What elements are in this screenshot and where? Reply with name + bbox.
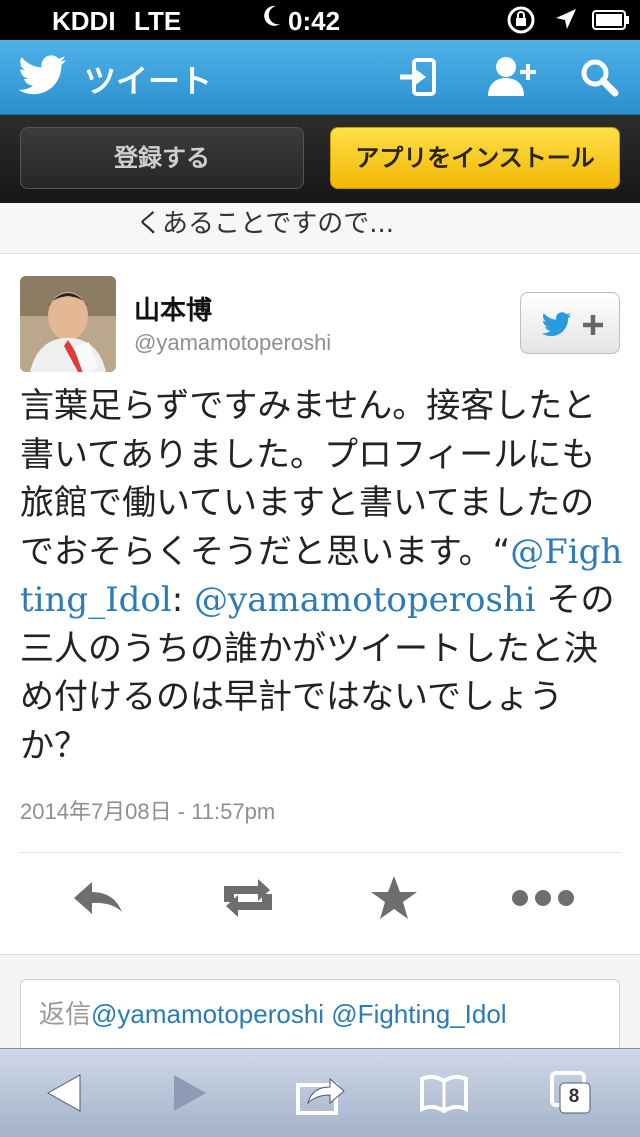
network-type: LTE [134, 6, 182, 36]
previous-tweet-fragment: くあることですので... [0, 203, 640, 254]
tab-count: 8 [568, 1086, 580, 1107]
browser-toolbar [0, 1048, 640, 1137]
status-bar: KDDI LTE 0:42 [0, 0, 640, 50]
more-options-icon[interactable] [508, 870, 578, 926]
tweet-text: 言葉足らずですみません。接客したと書いてありました。プロフィールにも旅館で働いて… [20, 382, 624, 770]
author-handle[interactable]: @yamamotoperoshi [134, 330, 331, 356]
sign-in-icon[interactable] [392, 50, 448, 104]
rotation-lock-icon [507, 6, 535, 34]
reply-mentions: @yamamotoperoshi @Fighting_Idol [91, 999, 507, 1029]
do-not-disturb-moon-icon [264, 5, 280, 26]
divider [20, 852, 620, 853]
mention-link[interactable]: @yamamotoperoshi [194, 580, 536, 620]
location-arrow-icon [556, 9, 576, 29]
reply-input[interactable]: 返信@yamamotoperoshi @Fighting_Idol [20, 979, 620, 1059]
register-button[interactable]: 登録する [20, 127, 304, 189]
tweet-card: 山本博 @yamamotoperoshi 言葉足らずですみません。接客したと書い… [0, 254, 640, 955]
tweet-timestamp[interactable]: 2014年7月08日 - 11:57pm [20, 794, 275, 826]
bookmarks-book-icon[interactable] [414, 1063, 474, 1123]
carrier-name: KDDI [52, 6, 116, 36]
forward-arrow-icon[interactable] [160, 1063, 220, 1123]
favorite-star-icon[interactable] [364, 870, 424, 926]
search-icon[interactable] [572, 50, 628, 104]
twitter-follow-icon [541, 312, 603, 337]
page-title: ツイート [84, 62, 213, 100]
retweet-icon[interactable] [218, 870, 278, 926]
signup-promo-bar: 登録する アプリをインストール [0, 115, 640, 203]
author-name[interactable]: 山本博 [134, 290, 212, 327]
reply-section: 返信@yamamotoperoshi @Fighting_Idol [0, 955, 640, 1059]
reply-prefix: 返信 [39, 999, 92, 1029]
previous-tweet-text: くあることですので... [136, 209, 395, 239]
follow-button[interactable] [520, 292, 620, 354]
app-header: ツイート [0, 40, 640, 115]
clock-time: 0:42 [288, 6, 341, 36]
share-icon[interactable] [290, 1063, 350, 1123]
avatar-photo [20, 276, 116, 372]
twitter-bird-icon[interactable] [18, 54, 68, 98]
tweet-text-part: : [171, 580, 195, 620]
battery-icon [592, 10, 629, 30]
install-app-button[interactable]: アプリをインストール [330, 127, 620, 189]
avatar[interactable] [20, 276, 116, 372]
reply-icon[interactable] [68, 870, 128, 926]
back-arrow-icon[interactable] [34, 1063, 94, 1123]
add-user-icon[interactable] [484, 50, 540, 104]
